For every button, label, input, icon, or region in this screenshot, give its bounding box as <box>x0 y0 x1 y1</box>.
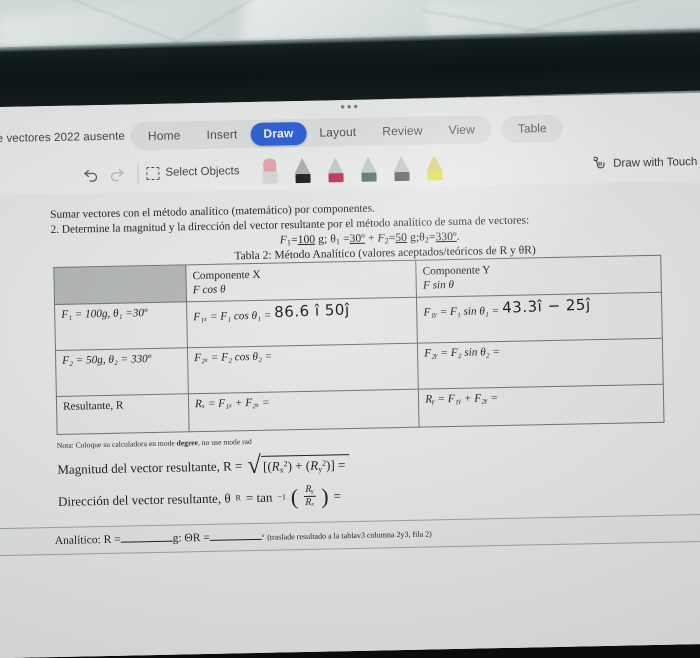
ribbon-tab-group: Home Insert Draw Layout Review View <box>131 115 493 150</box>
direction-subscript: R <box>235 493 241 502</box>
redo-icon[interactable] <box>103 160 130 187</box>
tab-review[interactable]: Review <box>369 119 436 143</box>
document-title[interactable]: e vectores 2022 ausente <box>0 131 125 146</box>
cell-f2y-formula: F₂ᵧ = F₂ sin θ₂ = <box>424 346 500 360</box>
radicand-close: )] = <box>326 457 346 472</box>
select-objects-button[interactable]: Select Objects <box>146 165 239 180</box>
header-componente-x: Componente X F cos θ <box>186 260 417 302</box>
tablet-screen: ••• e vectores 2022 ausente Home Insert … <box>0 93 700 658</box>
cell-f1y-formula: F₁ᵧ = F₁ sin θ₁ = <box>423 305 499 319</box>
r-answer-blank[interactable] <box>121 541 173 543</box>
period: . <box>457 231 460 243</box>
header-blank-cell <box>54 265 187 305</box>
undo-icon[interactable] <box>77 161 104 188</box>
ry-symbol: R <box>310 458 318 473</box>
cell-rx-formula: Rₓ = F₁ₓ + F₂ₓ = <box>195 397 270 410</box>
theta-r-label: ΘR = <box>184 532 210 545</box>
tab-layout[interactable]: Layout <box>306 120 369 144</box>
toolbar-divider <box>137 163 138 183</box>
pen-palette <box>261 155 443 184</box>
cell-f2y[interactable]: F₂ᵧ = F₂ sin θ₂ = <box>418 338 664 389</box>
cell-f1y[interactable]: F₁ᵧ = F₁ sin θ₁ = 43.3î − 25ĵ <box>417 292 663 343</box>
eraser-tool[interactable] <box>261 158 278 183</box>
pen-gray-tool[interactable] <box>393 155 410 180</box>
document-page: Sumar vectores con el método analítico (… <box>0 181 700 658</box>
cell-ry-formula: Rᵧ = F₁ᵧ + F₂ᵧ = <box>425 392 498 405</box>
cell-f1x[interactable]: F₁ₓ = F₁ cos θ₁ = 86.6 î 50ĵ <box>187 297 418 348</box>
note-suffix: , no use mode rad <box>198 437 252 447</box>
square-root-icon: √ [(Rx2) + (Ry2)] = <box>247 454 349 476</box>
direction-end-equals: = <box>333 488 341 504</box>
paren-open: ( <box>291 489 299 505</box>
theta1-value: 30º <box>349 233 365 245</box>
analitico-label: Analítico: R = <box>55 534 121 547</box>
f2-value: 50 <box>395 232 407 244</box>
plus-sign: + <box>368 233 375 245</box>
direction-equals-tan: = tan <box>246 489 273 506</box>
tab-insert[interactable]: Insert <box>193 123 250 147</box>
theta-answer-blank[interactable] <box>210 539 262 541</box>
tab-draw[interactable]: Draw <box>250 121 306 145</box>
header-componente-y: Componente Y F sin θ <box>416 255 661 297</box>
cell-f2x[interactable]: F₂ₓ = F₂ cos θ₂ = <box>187 343 418 394</box>
unit-label: g: <box>173 532 182 544</box>
tab-home[interactable]: Home <box>135 124 194 148</box>
pen-red-tool[interactable] <box>327 157 344 182</box>
fraction-numerator: Rᵧ <box>303 485 316 497</box>
ribbon: ••• e vectores 2022 ausente Home Insert … <box>0 93 700 196</box>
f1-unit: g; <box>318 233 327 245</box>
direction-label: Dirección del vector resultante, θ <box>58 490 231 509</box>
radicand-mid: ) + ( <box>287 458 310 473</box>
magnitude-label: Magnitud del vector resultante, R = <box>57 458 242 478</box>
marquee-select-icon <box>146 166 159 179</box>
cell-f2x-formula: F₂ₓ = F₂ cos θ₂ = <box>194 351 272 365</box>
cell-rx[interactable]: Rₓ = F₁ₓ + F₂ₓ = <box>188 389 419 432</box>
pen-black-tool[interactable] <box>294 157 311 182</box>
theta2-subscript: 2 <box>425 235 429 244</box>
document-content: Sumar vectores con el método analítico (… <box>0 195 700 515</box>
theta2-value: 330º <box>435 231 456 243</box>
theta1-subscript: 1 <box>336 237 340 246</box>
note-bold: degree <box>177 438 199 447</box>
radicand: [(Rx2) + (Ry2)] = <box>261 454 350 476</box>
draw-with-touch-label: Draw with Touch <box>613 156 697 170</box>
note-prefix: Nota: Coloque su calculadora en mode <box>57 439 177 450</box>
select-objects-label: Select Objects <box>165 165 239 178</box>
footer-hint: (traslade resultado a la tablav3 columna… <box>267 529 432 541</box>
header-x-line2: F cos θ <box>193 279 411 297</box>
radical-sign: √ <box>247 456 261 476</box>
highlighter-yellow-tool[interactable] <box>426 155 443 180</box>
f1-value: 100 <box>298 234 316 246</box>
arctan-exponent: −1 <box>277 492 286 501</box>
ry-over-rx-fraction: Rᵧ Rₓ <box>303 485 316 508</box>
pen-teal-tool[interactable] <box>360 156 377 181</box>
ink-annotation-f1x: 86.6 î 50ĵ <box>274 300 350 321</box>
analytic-method-table: Componente X F cos θ Componente Y F sin … <box>53 255 664 435</box>
ink-annotation-f1y: 43.3î − 25ĵ <box>501 295 590 316</box>
analitico-answer-box[interactable]: Analítico: R = g: ΘR = º (traslade resulta… <box>0 514 700 557</box>
hand-draw-icon <box>590 154 606 173</box>
tab-table[interactable]: Table <box>502 114 563 142</box>
row-label-f2: F₂ = 50g, θ₂ = 330º <box>55 348 188 397</box>
row-label-f1: F₁ = 100g, θ₁ =30º <box>55 302 188 351</box>
f2-subscript: 2 <box>385 236 389 245</box>
draw-with-touch-button[interactable]: Draw with Touch <box>590 153 698 174</box>
direction-formula: Dirección del vector resultante, θ R = ta… <box>56 477 694 513</box>
paren-close: ) <box>321 488 329 504</box>
row-label-resultante: Resultante, R <box>56 394 189 435</box>
cell-f1x-formula: F₁ₓ = F₁ cos θ₁ = <box>193 310 271 324</box>
degree-mark: º <box>262 533 265 542</box>
cell-ry[interactable]: Rᵧ = F₁ᵧ + F₂ᵧ = <box>419 384 664 427</box>
fraction-denominator: Rₓ <box>303 497 316 508</box>
tab-view[interactable]: View <box>435 118 488 142</box>
magnitude-formula: Magnitud del vector resultante, R = √ [(… <box>55 447 693 480</box>
